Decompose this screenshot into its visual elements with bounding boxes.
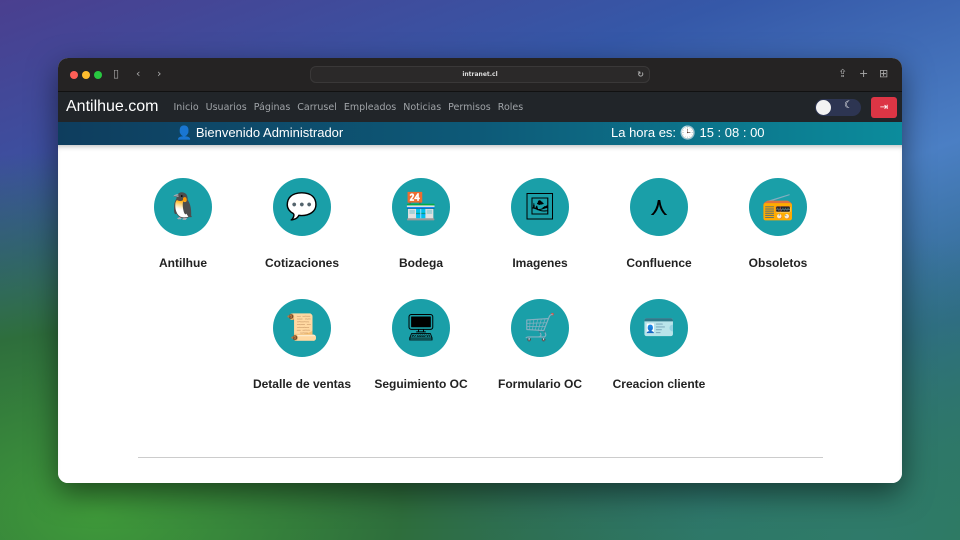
app-glyph-icon: 🪪	[642, 313, 676, 343]
app-label[interactable]: Imagenes	[485, 255, 595, 271]
time-value: 15 : 08 : 00	[699, 125, 765, 140]
nav-link-permisos[interactable]: Permisos	[448, 102, 491, 113]
app-label[interactable]: Creacion cliente	[604, 376, 714, 392]
app-glyph-icon: 📜	[285, 313, 319, 343]
app-icon[interactable]: 📻	[749, 178, 807, 236]
dark-mode-toggle[interactable]: ☾	[815, 99, 861, 116]
app-glyph-icon: 🏪	[404, 192, 438, 222]
divider	[138, 457, 823, 458]
welcome-label: Bienvenido Administrador	[195, 125, 344, 140]
app-glyph-icon: 🛒	[523, 313, 557, 343]
app-icon[interactable]: 🏪	[392, 178, 450, 236]
minimize-window-button[interactable]	[82, 71, 90, 79]
brand-logo[interactable]: Antilhue.com	[66, 98, 159, 116]
app-detalle-de-ventas[interactable]: 📜 Detalle de ventas	[247, 299, 357, 392]
nav-link-inicio[interactable]: Inicio	[174, 102, 199, 113]
nav-link-usuarios[interactable]: Usuarios	[206, 102, 247, 113]
app-icon[interactable]: ⋏	[630, 178, 688, 236]
browser-window: ▯ ‹ › intranet.cl ↻ ⇪ + ⊞ Antilhue.com In…	[58, 58, 902, 483]
sidebar-icon[interactable]: ▯	[113, 67, 119, 80]
app-label[interactable]: Detalle de ventas	[247, 376, 357, 392]
app-confluence[interactable]: ⋏ Confluence	[604, 178, 714, 271]
app-icon[interactable]: 🖥	[392, 299, 450, 357]
close-window-button[interactable]	[70, 71, 78, 79]
reload-icon[interactable]: ↻	[637, 67, 644, 82]
app-label[interactable]: Cotizaciones	[247, 255, 357, 271]
toggle-knob	[816, 100, 831, 115]
app-glyph-icon: 🖼	[523, 192, 557, 222]
app-label[interactable]: Formulario OC	[485, 376, 595, 392]
tab-overview-icon[interactable]: ⊞	[879, 67, 888, 80]
app-icon[interactable]: 🖼	[511, 178, 569, 236]
app-label[interactable]: Antilhue	[128, 255, 238, 271]
logout-button[interactable]: ⇥	[871, 97, 897, 118]
app-icon[interactable]: 🐧	[154, 178, 212, 236]
app-glyph-icon: 📻	[761, 192, 795, 222]
app-label[interactable]: Bodega	[366, 255, 476, 271]
app-glyph-icon: 🖥	[404, 313, 438, 343]
address-bar[interactable]: intranet.cl ↻	[310, 66, 650, 83]
app-imagenes[interactable]: 🖼 Imagenes	[485, 178, 595, 271]
app-seguimiento-oc[interactable]: 🖥 Seguimiento OC	[366, 299, 476, 392]
app-obsoletos[interactable]: 📻 Obsoletos	[723, 178, 833, 271]
share-icon[interactable]: ⇪	[838, 67, 847, 80]
back-icon[interactable]: ‹	[136, 67, 140, 80]
app-glyph-icon: 💬	[285, 192, 319, 222]
nav-link-roles[interactable]: Roles	[498, 102, 523, 113]
welcome-banner: 👤 Bienvenido Administrador La hora es: 🕒…	[58, 122, 902, 145]
app-icon[interactable]: 🛒	[511, 299, 569, 357]
clock: La hora es: 🕒 15 : 08 : 00	[611, 125, 765, 141]
clock-icon: 🕒	[679, 125, 696, 140]
app-glyph-icon: 🐧	[166, 192, 200, 222]
new-tab-icon[interactable]: +	[859, 67, 868, 80]
forward-icon[interactable]: ›	[157, 67, 161, 80]
user-icon: 👤	[176, 125, 193, 140]
moon-icon: ☾	[844, 100, 853, 111]
app-icon[interactable]: 📜	[273, 299, 331, 357]
welcome-text: 👤 Bienvenido Administrador	[176, 125, 343, 141]
app-label[interactable]: Seguimiento OC	[366, 376, 476, 392]
maximize-window-button[interactable]	[94, 71, 102, 79]
app-cotizaciones[interactable]: 💬 Cotizaciones	[247, 178, 357, 271]
app-label[interactable]: Obsoletos	[723, 255, 833, 271]
time-label: La hora es:	[611, 125, 677, 140]
app-icon[interactable]: 💬	[273, 178, 331, 236]
app-icon[interactable]: 🪪	[630, 299, 688, 357]
nav-link-páginas[interactable]: Páginas	[254, 102, 291, 113]
nav-links: Inicio Usuarios Páginas Carrusel Empleados No…	[174, 102, 524, 113]
app-antilhue[interactable]: 🐧 Antilhue	[128, 178, 238, 271]
browser-titlebar: ▯ ‹ › intranet.cl ↻ ⇪ + ⊞	[58, 58, 902, 92]
navbar: Antilhue.com Inicio Usuarios Páginas Carrus…	[58, 92, 902, 122]
app-label[interactable]: Confluence	[604, 255, 714, 271]
url-text: intranet.cl	[462, 71, 498, 78]
nav-link-noticias[interactable]: Noticias	[403, 102, 441, 113]
app-grid: 🐧 Antilhue 💬 Cotizaciones 🏪 Bodega 🖼 Imagenes ⋏ C…	[58, 145, 902, 483]
app-creacion-cliente[interactable]: 🪪 Creacion cliente	[604, 299, 714, 392]
app-glyph-icon: ⋏	[649, 192, 669, 222]
app-bodega[interactable]: 🏪 Bodega	[366, 178, 476, 271]
app-formulario-oc[interactable]: 🛒 Formulario OC	[485, 299, 595, 392]
nav-link-carrusel[interactable]: Carrusel	[297, 102, 337, 113]
nav-link-empleados[interactable]: Empleados	[344, 102, 396, 113]
